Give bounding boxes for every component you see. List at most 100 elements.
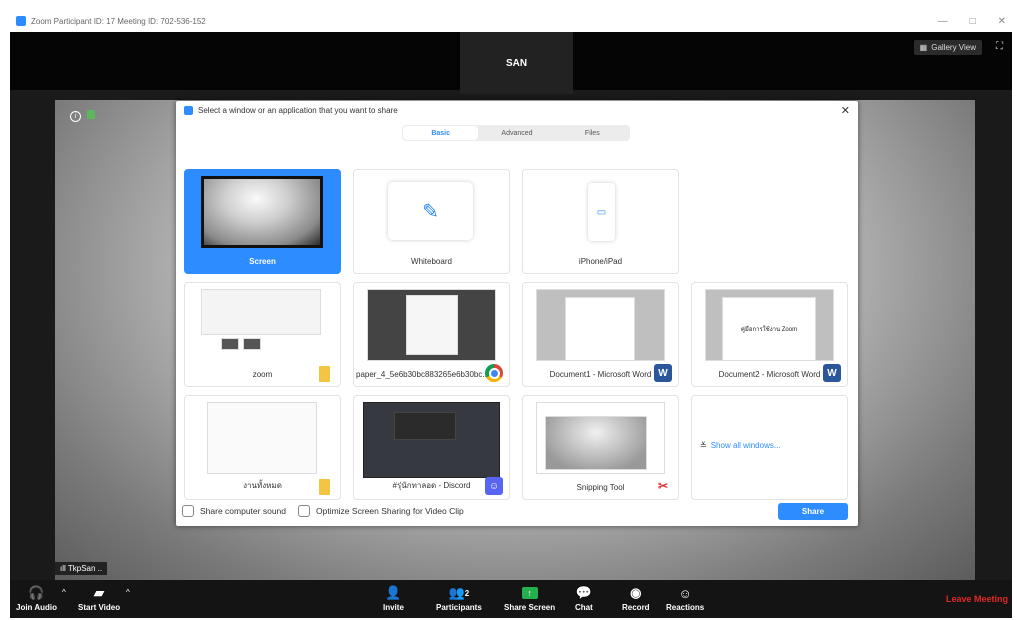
snip-preview [545,416,647,470]
window-title: Zoom Participant ID: 17 Meeting ID: 702-… [31,16,206,26]
share-tile-document1[interactable]: Document1 - Microsoft Word W [522,282,679,387]
share-options: Share computer sound Optimize Screen Sha… [182,505,464,517]
tile-label: Whiteboard [411,257,452,266]
share-sound-checkbox[interactable] [182,505,194,517]
title-bar: Zoom Participant ID: 17 Meeting ID: 702-… [10,10,1012,32]
word-icon: W [823,364,841,382]
participants-label: Participants [436,603,482,612]
share-tile-chrome[interactable]: paper_4_5e6b30bc883265e6b30bc... [353,282,510,387]
join-audio-button[interactable]: 🎧 Join Audio [16,583,57,612]
folder-icon [319,366,330,382]
invite-label: Invite [383,603,404,612]
reactions-label: Reactions [666,603,705,612]
share-screen-button[interactable]: ↑ Share Screen [504,583,555,612]
speaker-tile[interactable]: SAN [460,32,573,94]
share-sound-label: Share computer sound [200,506,286,516]
share-screen-icon: ↑ [521,583,538,603]
participant-name-tag: ıll TkpSan .. [55,562,108,575]
grid-icon: ▦ [919,43,928,52]
reactions-button[interactable]: ☺ Reactions [666,583,705,613]
video-thumbnail [394,412,456,440]
pencil-icon: ✎ [422,200,439,223]
tab-advanced[interactable]: Advanced [479,125,554,141]
chat-button[interactable]: 💬 Chat [575,583,593,612]
share-tile-iphone-ipad[interactable]: ▭ iPhone/iPad [522,169,679,274]
start-video-label: Start Video [78,603,121,612]
share-button[interactable]: Share [778,503,848,520]
screen-thumbnail [201,176,323,248]
show-all-windows-link[interactable]: ≚ Show all windows... [700,441,781,450]
add-person-icon: 👤 [385,585,402,600]
participants-button[interactable]: 👥 2 Participants [436,583,482,612]
share-tile-discord[interactable]: #รุ่นักทาลอด - Discord ☺ [353,395,510,500]
share-tile-whiteboard[interactable]: ✎ Whiteboard [353,169,510,274]
minimize-button[interactable]: — [938,16,948,27]
fullscreen-icon[interactable]: ⛶ [996,41,1003,52]
tab-basic[interactable]: Basic [403,126,479,140]
join-audio-label: Join Audio [16,603,58,612]
zoom-window: Zoom Participant ID: 17 Meeting ID: 702-… [10,10,1012,618]
share-tile-document2[interactable]: คู่มือการใช้งาน Zoom Document2 - Microso… [691,282,848,387]
ipad-card: ▭ [588,183,615,241]
share-tile-zoom-folder[interactable]: zoom [184,282,341,387]
tile-label: งานทั้งหมด [243,481,282,490]
window-thumbnail [201,289,321,335]
audio-options-caret-icon[interactable]: ^ [62,588,66,597]
participant-count: 2 [464,588,470,598]
chat-icon: 💬 [575,585,592,600]
share-tile-screen[interactable]: Screen [184,169,341,274]
optimize-video-label: Optimize Screen Sharing for Video Clip [316,506,464,516]
close-window-button[interactable]: ✕ [998,16,1006,27]
participant-name: TkpSan .. [67,564,103,573]
encryption-lock-icon[interactable] [87,110,95,119]
page-thumbnail [406,295,458,355]
speaker-name: SAN [505,57,528,69]
thumb-file [221,338,239,350]
snipping-tool-icon: ✂ [654,477,672,495]
expand-icon: ≚ [700,441,707,450]
chat-label: Chat [575,603,593,612]
thumb-file [243,338,261,350]
optimize-video-checkbox[interactable] [298,505,310,517]
record-label: Record [622,603,650,612]
dialog-title-text: Select a window or an application that y… [198,106,398,115]
airplay-icon: ▭ [596,206,607,218]
share-screen-label: Share Screen [504,603,556,612]
share-tile-show-all[interactable]: ≚ Show all windows... [691,395,848,500]
info-icon[interactable]: i [70,111,81,122]
signal-icon: ıll [60,564,68,573]
whiteboard-card: ✎ [388,182,473,240]
word-icon: W [654,364,672,382]
smiley-icon: ☺ [678,585,692,601]
share-tabs: Basic Advanced Files [402,125,630,141]
dialog-title: Select a window or an application that y… [184,106,398,115]
close-dialog-icon[interactable]: ✕ [841,104,850,117]
participants-icon: 👥 2 [448,585,470,600]
document-page [565,297,635,361]
zoom-logo-icon [16,16,26,26]
discord-icon: ☺ [485,477,503,495]
gallery-view-button[interactable]: ▦ Gallery View [913,40,982,55]
document-page: คู่มือการใช้งาน Zoom [722,297,816,361]
share-dialog: Select a window or an application that y… [176,101,858,526]
tile-label: zoom [252,370,273,379]
invite-button[interactable]: 👤 Invite [383,583,404,612]
tile-label: iPhone/iPad [578,257,623,266]
tab-files[interactable]: Files [555,125,630,141]
leave-meeting-button[interactable]: Leave Meeting [946,594,1008,604]
video-off-icon: ▰ [94,585,105,600]
meeting-toolbar: 🎧 Join Audio ^ ▰ Start Video ^ 👤 Invite … [10,580,1012,618]
maximize-button[interactable]: □ [970,16,976,27]
tile-label: Screen [249,257,276,266]
window-thumbnail [207,402,317,474]
video-options-caret-icon[interactable]: ^ [126,588,130,597]
share-tile-snipping-tool[interactable]: Snipping Tool ✂ [522,395,679,500]
share-tile-folder-all[interactable]: งานทั้งหมด [184,395,341,500]
chrome-icon [485,364,503,382]
show-all-label: Show all windows... [710,441,781,450]
folder-icon [319,479,330,495]
headphones-icon: 🎧 [28,585,45,600]
record-icon: ◉ [630,585,642,600]
record-button[interactable]: ◉ Record [622,583,650,612]
start-video-button[interactable]: ▰ Start Video [78,583,120,612]
